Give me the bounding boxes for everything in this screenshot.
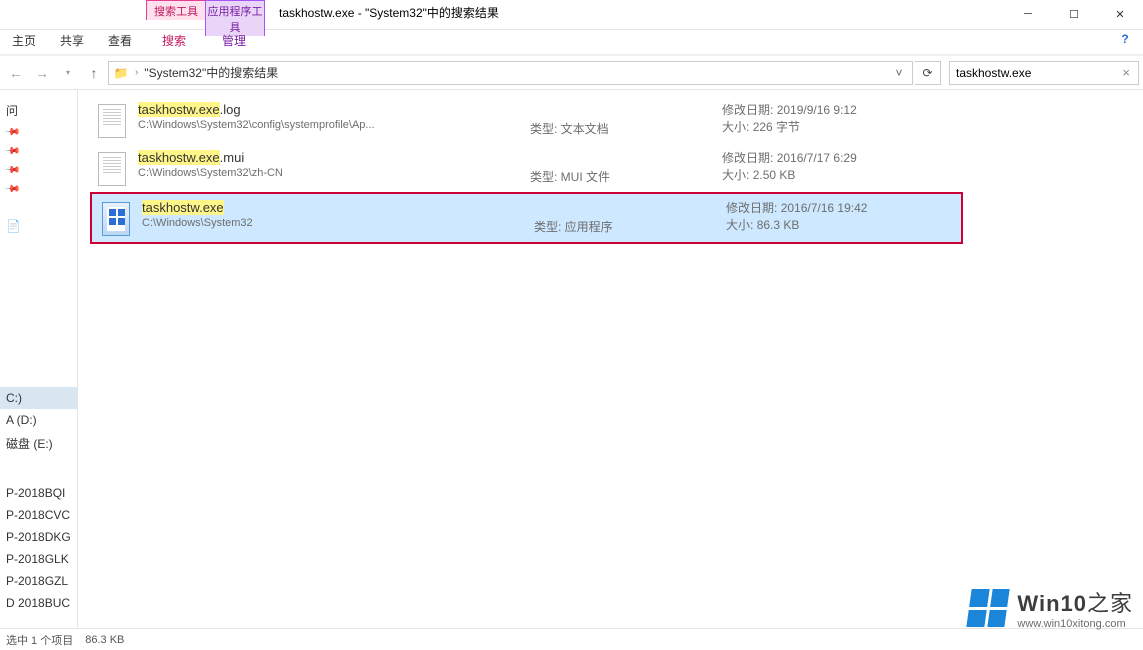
sidebar-pin[interactable]: 📌	[0, 161, 77, 180]
up-button[interactable]: ↑	[82, 61, 106, 85]
file-name: taskhostw.exe	[142, 200, 522, 215]
file-type: 类型: MUI 文件	[530, 150, 710, 185]
result-row[interactable]: taskhostw.exe C:\Windows\System32 类型: 应用…	[90, 192, 963, 244]
minimize-button[interactable]: ─	[1005, 0, 1051, 28]
file-path: C:\Windows\System32\config\systemprofile…	[138, 119, 518, 131]
sidebar-quick-access[interactable]: 问	[0, 98, 77, 123]
sidebar-network-item[interactable]: P-2018CVC	[0, 504, 77, 526]
sidebar-pin[interactable]: 📌	[0, 142, 77, 161]
file-meta: 修改日期: 2016/7/17 6:29 大小: 2.50 KB	[722, 150, 952, 184]
tab-search[interactable]: 搜索	[144, 30, 204, 51]
file-meta: 修改日期: 2019/9/16 9:12 大小: 226 字节	[722, 102, 952, 136]
results-pane: taskhostw.exe.log C:\Windows\System32\co…	[78, 90, 1143, 628]
breadcrumb-separator: ›	[133, 67, 140, 78]
sidebar-network-item[interactable]: P-2018BQI	[0, 482, 77, 504]
file-path: C:\Windows\System32\zh-CN	[138, 167, 518, 179]
breadcrumb[interactable]: "System32"中的搜索结果	[144, 64, 278, 81]
back-button[interactable]: ←	[4, 61, 28, 85]
search-input[interactable]	[956, 66, 1120, 80]
refresh-button[interactable]: ⟳	[915, 61, 941, 85]
recent-dropdown[interactable]: ▾	[56, 61, 80, 85]
window-title: taskhostw.exe - "System32"中的搜索结果	[265, 0, 513, 25]
result-row[interactable]: taskhostw.exe.mui C:\Windows\System32\zh…	[78, 144, 1143, 192]
location-icon: 📁	[113, 65, 129, 81]
document-icon	[98, 104, 126, 138]
sidebar-network-item[interactable]: P-2018DKG	[0, 526, 77, 548]
close-button[interactable]: ✕	[1097, 0, 1143, 28]
search-box[interactable]: ×	[949, 61, 1139, 85]
file-name: taskhostw.exe.mui	[138, 150, 518, 165]
tab-search-tools[interactable]: 搜索工具	[146, 0, 206, 20]
sidebar-network-item[interactable]: P-2018GZL	[0, 570, 77, 592]
file-name: taskhostw.exe.log	[138, 102, 518, 117]
file-type: 类型: 文本文档	[530, 102, 710, 137]
address-bar[interactable]: 📁 › "System32"中的搜索结果 ˅	[108, 61, 913, 85]
tab-home[interactable]: 主页	[0, 30, 48, 51]
file-type: 类型: 应用程序	[534, 200, 714, 235]
sidebar-drive-d[interactable]: A (D:)	[0, 409, 77, 431]
tab-manage[interactable]: 管理	[204, 30, 264, 51]
sidebar-documents-icon[interactable]: 📄	[0, 215, 77, 237]
file-meta: 修改日期: 2016/7/16 19:42 大小: 86.3 KB	[726, 200, 956, 234]
sidebar-drive-e[interactable]: 磁盘 (E:)	[0, 431, 77, 456]
status-size: 86.3 KB	[85, 634, 124, 646]
file-path: C:\Windows\System32	[142, 217, 522, 229]
maximize-button[interactable]: ☐	[1051, 0, 1097, 28]
forward-button[interactable]: →	[30, 61, 54, 85]
result-row[interactable]: taskhostw.exe.log C:\Windows\System32\co…	[78, 96, 1143, 144]
sidebar-network-item[interactable]: P-2018GLK	[0, 548, 77, 570]
tab-view[interactable]: 查看	[96, 30, 144, 51]
document-icon	[98, 152, 126, 186]
address-dropdown[interactable]: ˅	[890, 66, 908, 80]
tab-share[interactable]: 共享	[48, 30, 96, 51]
help-button[interactable]: ?	[1107, 30, 1143, 48]
application-icon	[102, 202, 130, 236]
status-bar: 选中 1 个项目 86.3 KB	[0, 628, 1143, 650]
sidebar-network-item[interactable]: D 2018BUC	[0, 592, 77, 614]
sidebar-pin[interactable]: 📌	[0, 123, 77, 142]
sidebar: 问 📌 📌 📌 📌 📄 C:) A (D:) 磁盘 (E:) P-2018BQI…	[0, 90, 78, 628]
sidebar-drive-c[interactable]: C:)	[0, 387, 77, 409]
clear-search-icon[interactable]: ×	[1120, 65, 1132, 80]
sidebar-pin[interactable]: 📌	[0, 180, 77, 199]
status-selected: 选中 1 个项目	[6, 632, 73, 648]
